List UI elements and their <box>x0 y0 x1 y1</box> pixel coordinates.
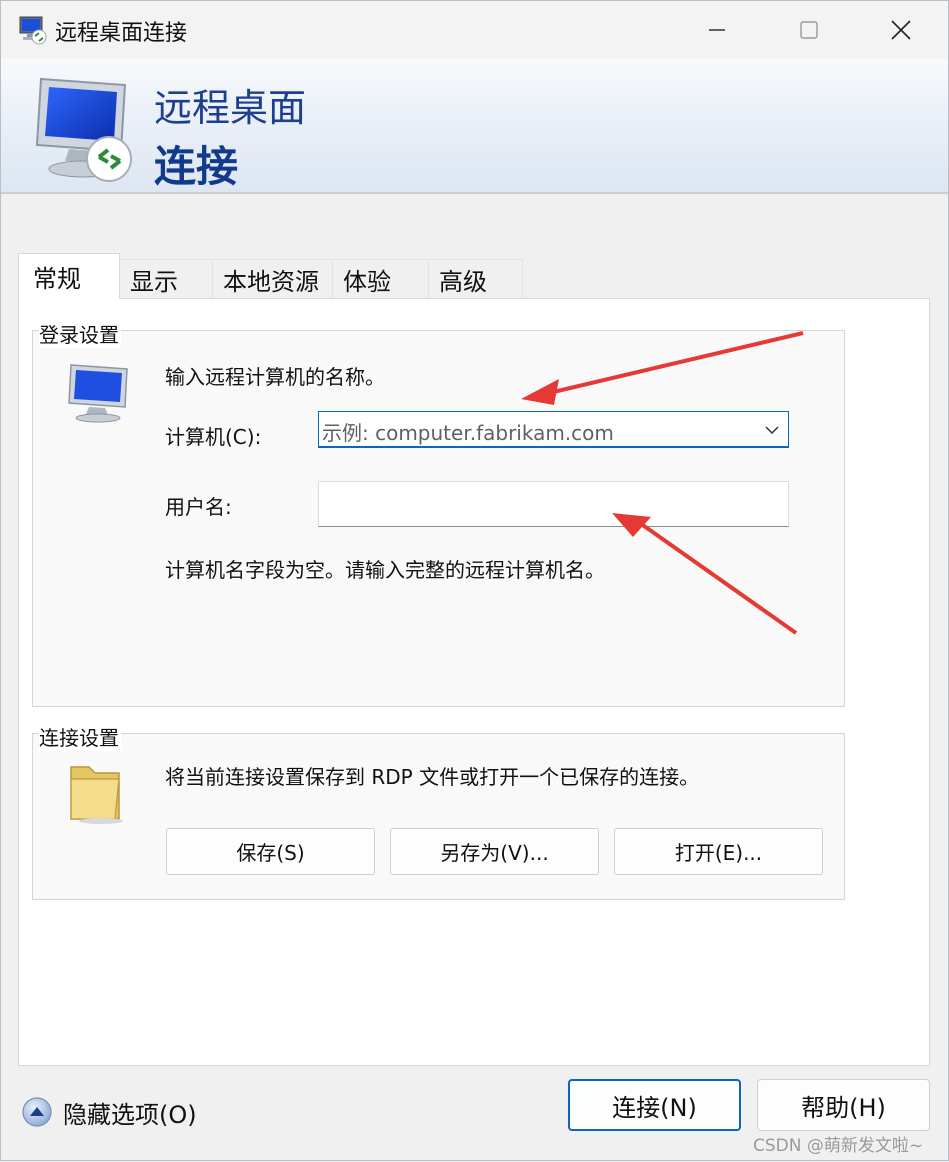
help-button-label: 帮助(H) <box>801 1093 886 1122</box>
tab-display[interactable]: 显示 <box>119 259 213 299</box>
tab-label: 常规 <box>33 265 81 293</box>
open-button[interactable]: 打开(E)... <box>614 828 823 875</box>
tab-local-resources[interactable]: 本地资源 <box>212 259 333 299</box>
computer-name-hint: 计算机名字段为空。请输入完整的远程计算机名。 <box>165 558 605 582</box>
hide-options-toggle[interactable]: 隐藏选项(O) <box>21 1095 197 1129</box>
login-settings-title: 登录设置 <box>39 319 121 348</box>
remote-desktop-window: 远程桌面连接 远程桌面 连接 常规 显示 本地资源 体验 高级 登录设置 输入远… <box>0 0 949 1161</box>
username-input[interactable] <box>318 481 789 527</box>
chevron-down-icon[interactable] <box>764 423 780 437</box>
minimize-button[interactable] <box>671 1 763 59</box>
monitor-connect-icon <box>35 77 132 182</box>
close-button[interactable] <box>855 1 947 59</box>
computer-placeholder: 示例: computer.fabrikam.com <box>322 421 614 445</box>
connect-button-label: 连接(N) <box>612 1093 697 1122</box>
username-label: 用户名: <box>165 495 232 519</box>
close-icon <box>891 20 911 40</box>
tab-label: 显示 <box>130 268 178 296</box>
save-as-button-label: 另存为(V)... <box>440 841 549 865</box>
save-as-button[interactable]: 另存为(V)... <box>390 828 599 875</box>
connection-description: 将当前连接设置保存到 RDP 文件或打开一个已保存的连接。 <box>165 765 700 789</box>
save-button-label: 保存(S) <box>236 841 305 865</box>
maximize-button[interactable] <box>763 1 855 59</box>
help-button[interactable]: 帮助(H) <box>757 1079 930 1131</box>
tab-experience[interactable]: 体验 <box>332 259 429 299</box>
hide-options-label: 隐藏选项(O) <box>63 1100 197 1129</box>
banner-title-line1: 远程桌面 <box>154 86 307 130</box>
computer-label: 计算机(C): <box>165 425 262 449</box>
tab-label: 本地资源 <box>223 268 319 296</box>
open-button-label: 打开(E)... <box>674 841 763 865</box>
chevron-up-circle-icon <box>22 1097 52 1127</box>
connection-settings-title: 连接设置 <box>39 722 121 751</box>
title-bar[interactable]: 远程桌面连接 <box>1 1 948 59</box>
computer-name-prompt: 输入远程计算机的名称。 <box>165 365 385 389</box>
tab-label: 高级 <box>439 268 487 296</box>
tab-advanced[interactable]: 高级 <box>428 259 523 299</box>
tab-strip: 常规 显示 本地资源 体验 高级 <box>18 253 528 299</box>
tab-label: 体验 <box>343 268 391 296</box>
remote-desktop-icon <box>19 16 47 45</box>
maximize-icon <box>800 21 818 39</box>
computer-icon <box>68 364 128 423</box>
tab-general[interactable]: 常规 <box>18 253 120 299</box>
watermark-text: CSDN @萌新发文啦~ <box>753 1136 924 1156</box>
computer-combobox[interactable]: 示例: computer.fabrikam.com <box>318 411 789 448</box>
connect-button[interactable]: 连接(N) <box>568 1079 741 1131</box>
header-banner: 远程桌面 连接 <box>1 59 948 194</box>
save-button[interactable]: 保存(S) <box>166 828 375 875</box>
banner-title-line2: 连接 <box>154 142 239 191</box>
minimize-icon <box>709 29 725 31</box>
window-title: 远程桌面连接 <box>55 21 188 46</box>
folder-icon <box>70 766 123 824</box>
